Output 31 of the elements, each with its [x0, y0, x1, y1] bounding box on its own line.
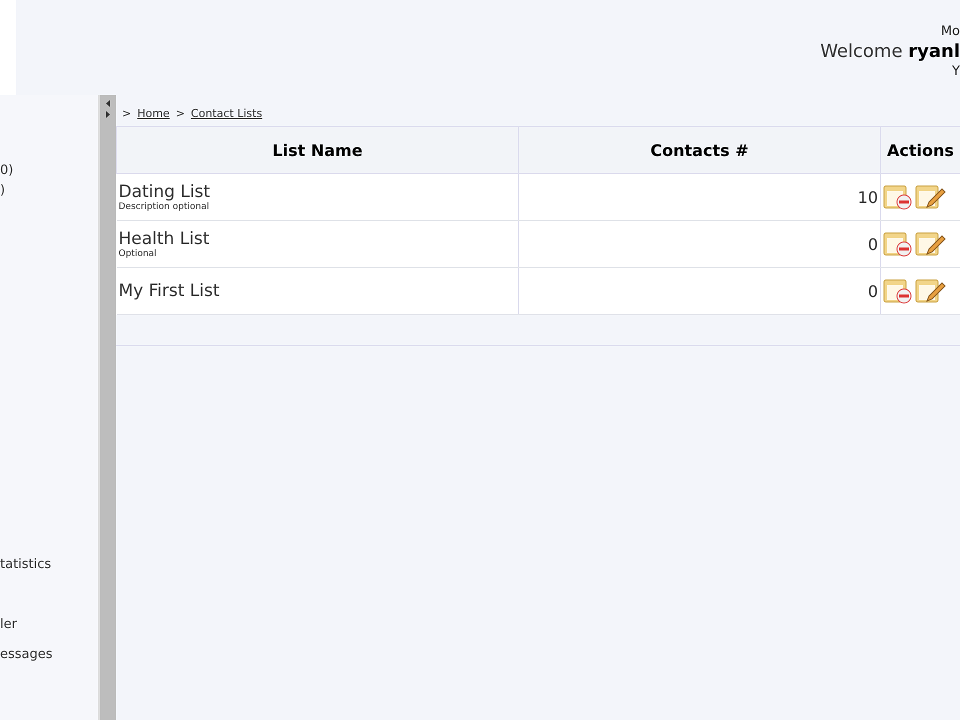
- welcome-text: Welcome ryanl: [820, 41, 960, 62]
- breadcrumb-separator: >: [176, 107, 185, 120]
- delete-list-icon[interactable]: [883, 183, 913, 211]
- delete-list-icon[interactable]: [883, 277, 913, 305]
- edit-list-icon[interactable]: [915, 277, 947, 305]
- edit-list-icon[interactable]: [915, 230, 947, 258]
- column-header: Actions: [880, 126, 960, 174]
- collapse-left-icon[interactable]: [104, 99, 112, 108]
- list-name[interactable]: Health List: [118, 229, 516, 249]
- header-text: Y: [952, 64, 960, 79]
- sidebar-item[interactable]: essages: [0, 647, 53, 662]
- breadcrumb-separator: >: [122, 107, 132, 120]
- list-name[interactable]: Dating List: [118, 182, 516, 202]
- sidebar-item[interactable]: 0): [0, 163, 14, 178]
- list-description: Description optional: [118, 202, 210, 212]
- column-header: List Name: [116, 126, 518, 174]
- sidebar-item[interactable]: ler: [0, 617, 17, 632]
- breadcrumb-link[interactable]: Contact Lists: [190, 107, 262, 120]
- list-description: Optional: [118, 249, 158, 259]
- delete-list-icon[interactable]: [883, 230, 913, 258]
- list-name[interactable]: My First List: [118, 281, 516, 301]
- sidebar-item[interactable]: ): [0, 183, 6, 198]
- contacts-count-cell: 10: [518, 174, 880, 220]
- contacts-count-cell: 0: [518, 220, 880, 268]
- header-text: Mo: [940, 24, 960, 39]
- breadcrumb-link[interactable]: Home: [137, 107, 170, 120]
- column-header: Contacts #: [518, 126, 880, 174]
- sidebar-item[interactable]: tatistics: [0, 557, 52, 572]
- expand-right-icon[interactable]: [104, 110, 112, 119]
- edit-list-icon[interactable]: [915, 183, 947, 211]
- contacts-count-cell: 0: [518, 268, 880, 314]
